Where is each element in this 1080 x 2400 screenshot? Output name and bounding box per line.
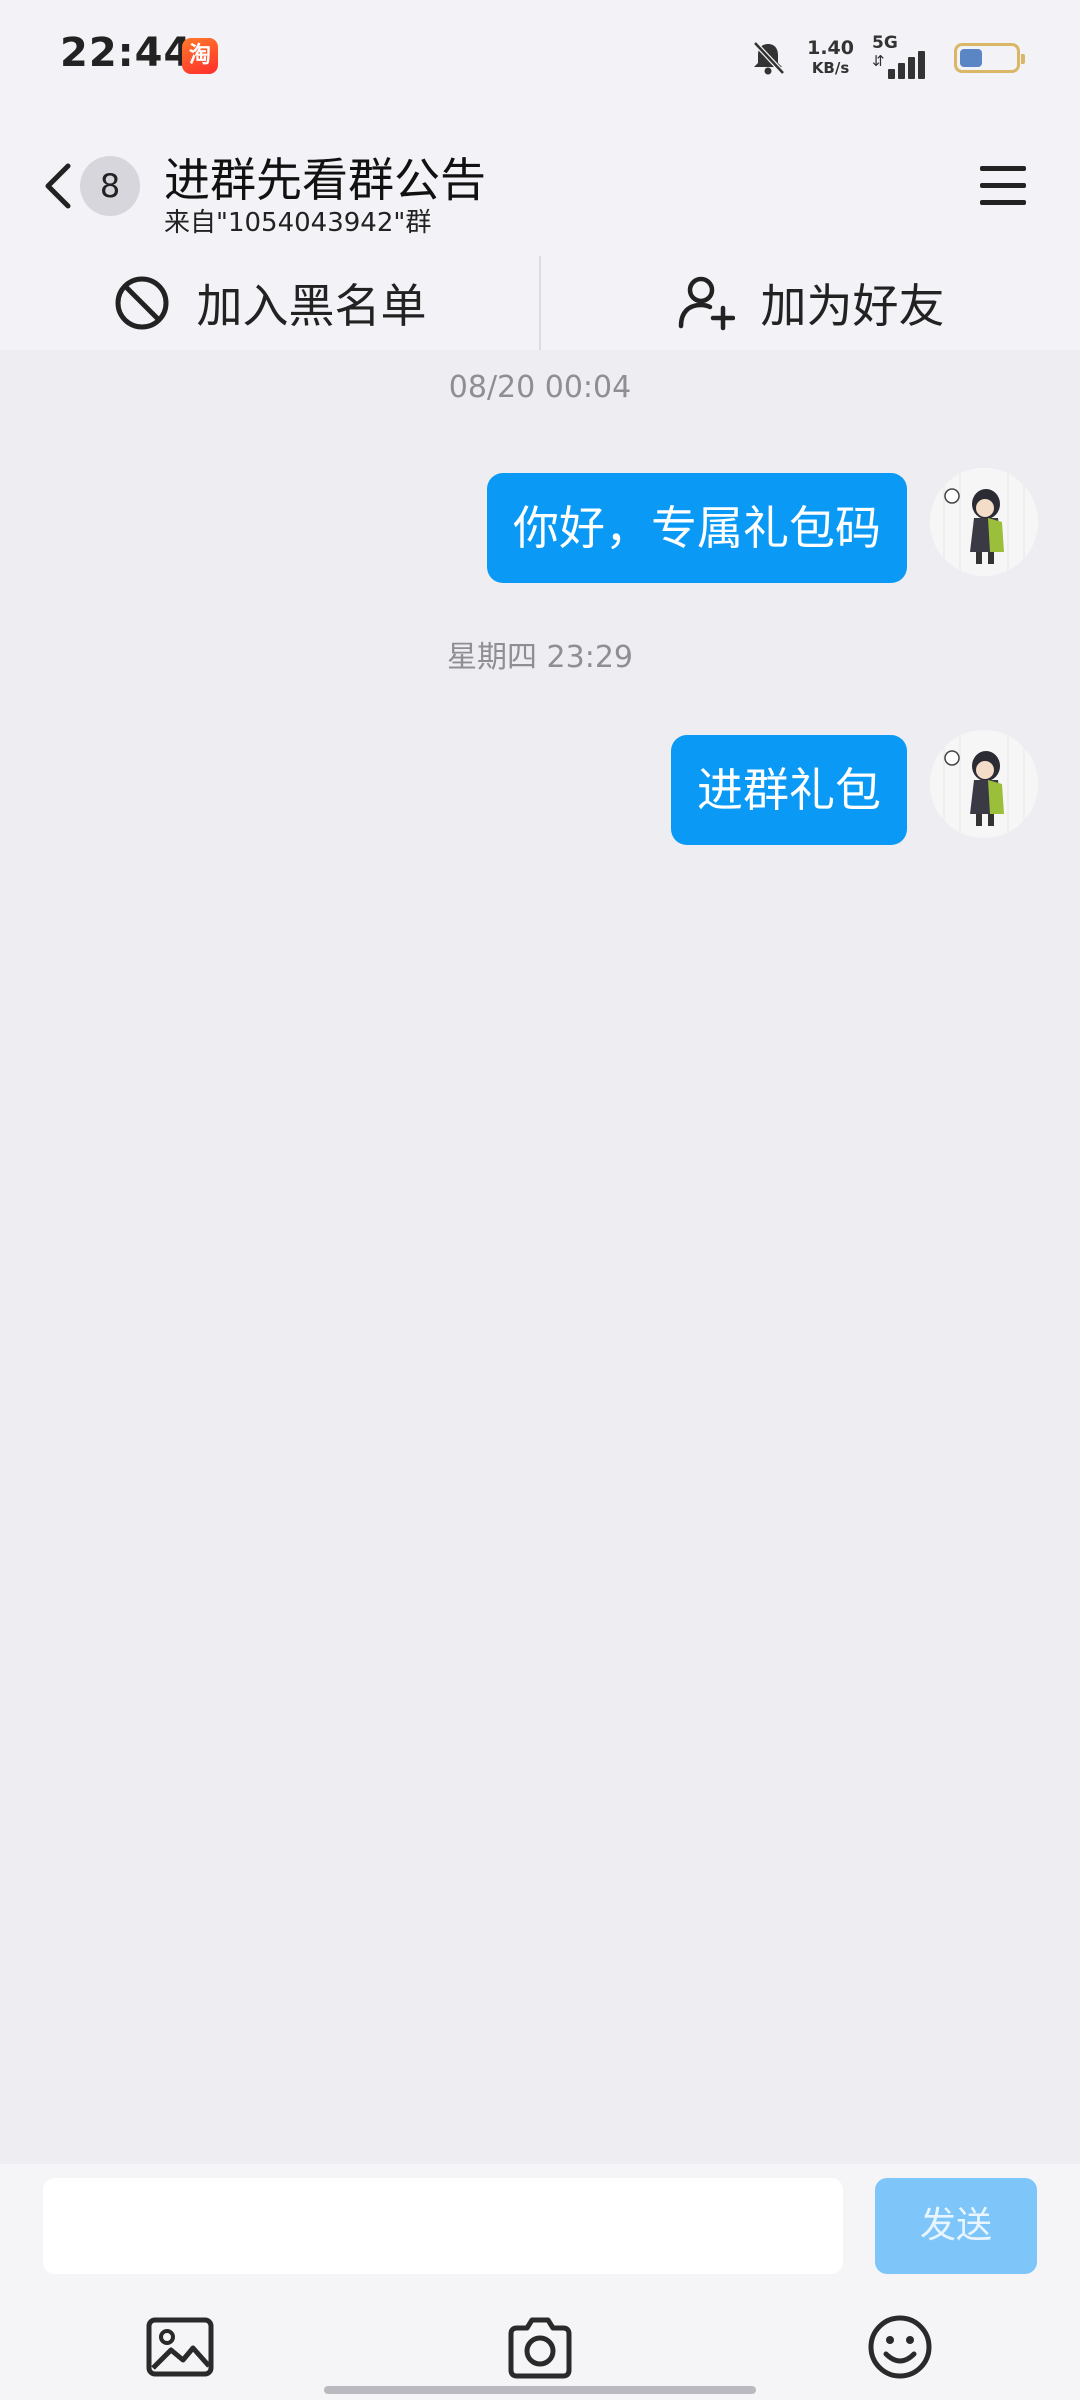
user-avatar[interactable] [930,468,1038,576]
status-time: 22:44 [60,30,193,76]
user-avatar[interactable] [930,730,1038,838]
menu-button[interactable] [980,162,1028,210]
chat-screen: 22:44 淘 1.40 KB/s 5G ⇵ 8 进群先看群公告 来自"1054… [0,0,1080,2400]
blacklist-button[interactable]: 加入黑名单 [0,256,539,350]
emoji-icon[interactable] [865,2312,935,2382]
message-list[interactable]: 08/20 00:04 你好，专属礼包码 星期四 23:29 进群礼包 [0,350,1080,2164]
status-bar: 22:44 淘 1.40 KB/s 5G ⇵ [0,0,1080,116]
input-bar: 发送 [0,2164,1080,2400]
taobao-app-icon: 淘 [182,38,218,74]
outgoing-message-bubble[interactable]: 你好，专属礼包码 [487,473,907,583]
status-indicators: 1.40 KB/s 5G ⇵ [749,33,1025,82]
home-indicator[interactable] [324,2386,756,2394]
blacklist-label: 加入黑名单 [196,279,427,333]
action-bar: 加入黑名单 加为好友 [0,256,1080,350]
block-icon [115,276,168,330]
back-button[interactable] [36,156,80,216]
chat-header: 8 进群先看群公告 来自"1054043942"群 [0,116,1080,256]
camera-icon[interactable] [505,2312,575,2382]
network-speed: 1.40 KB/s [807,38,854,78]
network-type: 5G [872,33,898,53]
hamburger-menu-icon [980,166,1026,171]
anime-character-avatar-icon [930,730,1038,838]
battery-icon [954,43,1025,73]
outgoing-message-bubble[interactable]: 进群礼包 [671,735,907,845]
network-speed-value: 1.40 [807,37,854,59]
signal-bars [888,51,925,79]
network-speed-unit: KB/s [811,59,850,77]
anime-character-avatar-icon [930,468,1038,576]
send-button[interactable]: 发送 [875,2178,1037,2274]
add-friend-button[interactable]: 加为好友 [541,256,1080,350]
chat-subtitle: 来自"1054043942"群 [164,208,432,238]
add-user-icon [678,276,735,331]
bell-muted-icon [753,41,785,75]
message-input[interactable] [43,2178,843,2274]
unread-count-badge[interactable]: 8 [80,156,140,216]
message-timestamp: 星期四 23:29 [447,640,633,675]
battery-level [960,49,982,67]
chat-title: 进群先看群公告 [164,153,486,207]
network-activity-icon: ⇵ [872,52,885,70]
image-icon[interactable] [145,2312,215,2382]
message-timestamp: 08/20 00:04 [448,370,632,405]
add-friend-label: 加为好友 [760,279,945,333]
cellular-signal-icon: 5G ⇵ [872,33,934,81]
